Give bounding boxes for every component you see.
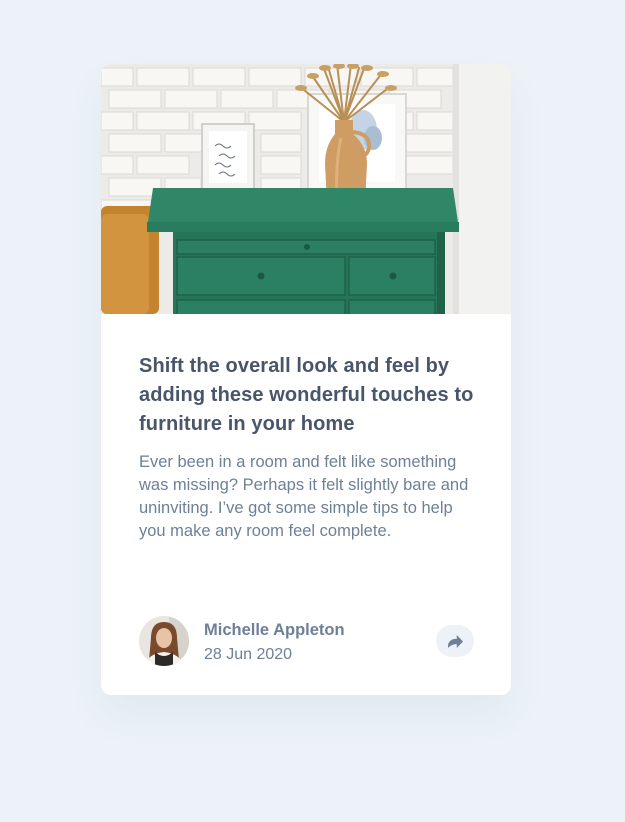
author-section: Michelle Appleton 28 Jun 2020 [139,616,475,666]
article-excerpt: Ever been in a room and felt like someth… [139,453,469,540]
publish-date: 28 Jun 2020 [204,646,293,663]
author-name: Michelle Appleton [204,621,345,639]
article-title: Shift the overall look and feel by addin… [139,355,474,435]
avatar-photo [139,616,189,666]
article-content: Shift the overall look and feel by addin… [139,352,479,543]
share-button[interactable] [436,625,474,657]
share-arrow-icon [447,634,463,648]
drawers-photo [101,64,511,314]
article-preview-card: Shift the overall look and feel by addin… [101,64,511,695]
